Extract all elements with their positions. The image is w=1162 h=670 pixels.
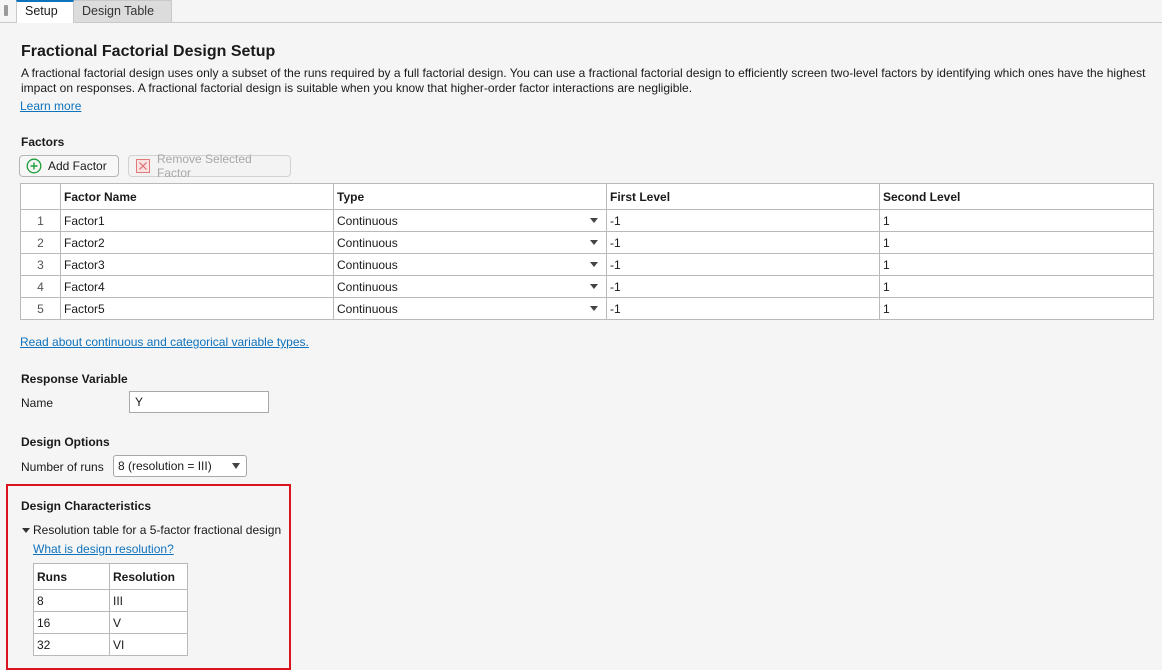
number-of-runs-label: Number of runs [21, 460, 104, 474]
factor-name-cell[interactable]: Factor2 [60, 231, 334, 254]
design-characteristics-section-title: Design Characteristics [21, 499, 152, 513]
remove-factor-label: Remove Selected Factor [157, 152, 252, 180]
type-dropdown-cell[interactable]: Continuous [333, 253, 607, 276]
factor-name-cell[interactable]: Factor5 [60, 297, 334, 320]
first-level-cell[interactable]: -1 [606, 231, 880, 254]
column-header-factor-name[interactable]: Factor Name [60, 183, 334, 210]
type-dropdown-cell[interactable]: Continuous [333, 231, 607, 254]
first-level-cell[interactable]: -1 [606, 209, 880, 232]
design-options-section-title: Design Options [21, 435, 110, 449]
second-level-cell[interactable]: 1 [879, 253, 1154, 276]
page-title: Fractional Factorial Design Setup [21, 43, 276, 60]
type-value: Continuous [337, 279, 398, 294]
resolution-cell: III [109, 589, 188, 612]
runs-cell: 32 [33, 633, 110, 656]
chevron-down-icon[interactable] [590, 284, 598, 289]
number-of-runs-dropdown[interactable]: 8 (resolution = III) [113, 455, 247, 477]
column-header-second-level[interactable]: Second Level [879, 183, 1154, 210]
response-name-input[interactable]: Y [129, 391, 269, 413]
factors-table: Factor Name Type First Level Second Leve… [20, 183, 1154, 320]
table-row[interactable]: 4 Factor4 Continuous -1 1 [20, 275, 1154, 298]
resolution-cell: V [109, 611, 188, 634]
table-row: 8 III [33, 589, 188, 612]
chevron-down-icon [232, 463, 240, 469]
column-header-index [20, 183, 61, 210]
resolution-tree-label: Resolution table for a 5-factor fraction… [33, 523, 282, 537]
column-header-first-level[interactable]: First Level [606, 183, 880, 210]
table-row[interactable]: 1 Factor1 Continuous -1 1 [20, 209, 1154, 232]
tab-setup[interactable]: Setup [16, 0, 74, 23]
page-description: A fractional factorial design uses only … [21, 66, 1146, 95]
plus-circle-icon [26, 158, 42, 174]
resolution-table: Runs Resolution 8 III 16 V 32 VI [33, 563, 188, 656]
table-row[interactable]: 2 Factor2 Continuous -1 1 [20, 231, 1154, 254]
learn-more-link[interactable]: Learn more [20, 99, 81, 113]
column-header-resolution: Resolution [109, 563, 188, 590]
table-row[interactable]: 3 Factor3 Continuous -1 1 [20, 253, 1154, 276]
number-of-runs-value: 8 (resolution = III) [118, 459, 212, 473]
design-resolution-link[interactable]: What is design resolution? [33, 542, 174, 556]
first-level-cell[interactable]: -1 [606, 253, 880, 276]
factor-name-cell[interactable]: Factor1 [60, 209, 334, 232]
response-section-title: Response Variable [21, 372, 128, 386]
add-factor-button[interactable]: Add Factor [19, 155, 119, 177]
table-row: 16 V [33, 611, 188, 634]
type-dropdown-cell[interactable]: Continuous [333, 275, 607, 298]
second-level-cell[interactable]: 1 [879, 231, 1154, 254]
column-header-type[interactable]: Type [333, 183, 607, 210]
tab-design-table[interactable]: Design Table [74, 0, 172, 22]
chevron-down-icon[interactable] [590, 262, 598, 267]
type-value: Continuous [337, 301, 398, 316]
drag-grip-icon[interactable] [4, 5, 8, 16]
factor-name-cell[interactable]: Factor4 [60, 275, 334, 298]
second-level-cell[interactable]: 1 [879, 209, 1154, 232]
column-header-runs: Runs [33, 563, 110, 590]
table-header-row: Factor Name Type First Level Second Leve… [20, 183, 1154, 210]
second-level-cell[interactable]: 1 [879, 297, 1154, 320]
first-level-cell[interactable]: -1 [606, 275, 880, 298]
variable-types-link[interactable]: Read about continuous and categorical va… [20, 335, 309, 349]
response-name-label: Name [21, 396, 54, 410]
tab-bar: Setup Design Table [0, 0, 1162, 23]
resolution-tree-node[interactable]: Resolution table for a 5-factor fraction… [22, 523, 281, 537]
runs-cell: 8 [33, 589, 110, 612]
chevron-down-icon[interactable] [590, 218, 598, 223]
triangle-down-icon[interactable] [22, 527, 30, 533]
remove-selected-factor-button[interactable]: Remove Selected Factor [128, 152, 291, 180]
chevron-down-icon[interactable] [590, 306, 598, 311]
type-value: Continuous [337, 257, 398, 272]
row-number[interactable]: 3 [20, 253, 61, 276]
type-value: Continuous [337, 235, 398, 250]
second-level-cell[interactable]: 1 [879, 275, 1154, 298]
type-dropdown-cell[interactable]: Continuous [333, 297, 607, 320]
table-header-row: Runs Resolution [33, 563, 188, 590]
type-dropdown-cell[interactable]: Continuous [333, 209, 607, 232]
first-level-cell[interactable]: -1 [606, 297, 880, 320]
row-number[interactable]: 1 [20, 209, 61, 232]
type-value: Continuous [337, 213, 398, 228]
runs-cell: 16 [33, 611, 110, 634]
row-number[interactable]: 2 [20, 231, 61, 254]
table-row[interactable]: 5 Factor5 Continuous -1 1 [20, 297, 1154, 320]
add-factor-label: Add Factor [48, 159, 107, 173]
row-number[interactable]: 5 [20, 297, 61, 320]
factor-name-cell[interactable]: Factor3 [60, 253, 334, 276]
row-number[interactable]: 4 [20, 275, 61, 298]
table-row: 32 VI [33, 633, 188, 656]
resolution-cell: VI [109, 633, 188, 656]
factors-section-title: Factors [21, 135, 65, 149]
x-square-icon [135, 158, 151, 174]
chevron-down-icon[interactable] [590, 240, 598, 245]
